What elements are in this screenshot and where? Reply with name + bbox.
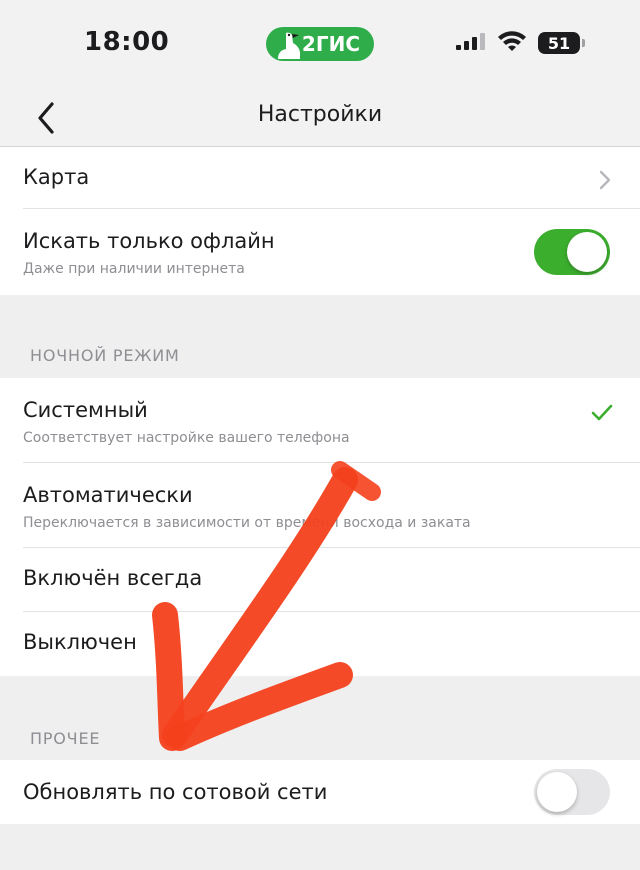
- page-title: Настройки: [257, 102, 383, 127]
- toggle-knob: [537, 772, 577, 812]
- night-mode-header: НОЧНОЙ РЕЖИМ: [30, 346, 180, 365]
- night-mode-option-auto[interactable]: Автоматически Переключается в зависимост…: [0, 463, 640, 548]
- other-group: Обновлять по сотовой сети: [0, 760, 640, 824]
- option-label: Выключен: [23, 630, 137, 654]
- goose-logo-icon: [278, 32, 300, 59]
- status-bar: 18:00 2ГИС 51: [0, 0, 640, 90]
- night-mode-option-always-on[interactable]: Включён всегда: [0, 548, 640, 612]
- checkmark-icon: [591, 404, 613, 421]
- cellular-update-row: Обновлять по сотовой сети: [0, 760, 640, 824]
- offline-search-row: Искать только офлайн Даже при наличии ин…: [0, 209, 640, 295]
- map-settings-row[interactable]: Карта: [0, 147, 640, 209]
- option-label: Включён всегда: [23, 566, 203, 590]
- nav-bar: Настройки: [0, 90, 640, 147]
- battery-tip: [582, 39, 585, 47]
- wifi-icon: [498, 31, 526, 51]
- offline-search-sub: Даже при наличии интернета: [23, 261, 245, 277]
- offline-search-label: Искать только офлайн: [23, 229, 275, 253]
- night-mode-option-off[interactable]: Выключен: [0, 612, 640, 676]
- general-group: Карта Искать только офлайн Даже при нали…: [0, 147, 640, 295]
- option-sub: Соответствует настройке вашего телефона: [23, 430, 350, 446]
- night-mode-option-system[interactable]: Системный Соответствует настройке вашего…: [0, 378, 640, 463]
- signal-icon: [456, 33, 485, 50]
- battery-icon: 51: [538, 32, 580, 54]
- toggle-knob: [567, 232, 607, 272]
- other-header: ПРОЧЕЕ: [30, 729, 101, 748]
- chevron-right-icon: [599, 170, 611, 190]
- option-label: Системный: [23, 398, 148, 422]
- map-settings-label: Карта: [23, 165, 90, 189]
- brand-badge[interactable]: 2ГИС: [266, 27, 374, 61]
- offline-search-toggle[interactable]: [534, 229, 610, 275]
- option-label: Автоматически: [23, 483, 193, 507]
- option-sub: Переключается в зависимости от времени в…: [23, 515, 471, 531]
- night-mode-group: Системный Соответствует настройке вашего…: [0, 378, 640, 676]
- cellular-update-toggle[interactable]: [534, 769, 610, 815]
- status-time: 18:00: [84, 27, 170, 57]
- cellular-update-label: Обновлять по сотовой сети: [23, 780, 328, 804]
- brand-label: 2ГИС: [301, 32, 360, 56]
